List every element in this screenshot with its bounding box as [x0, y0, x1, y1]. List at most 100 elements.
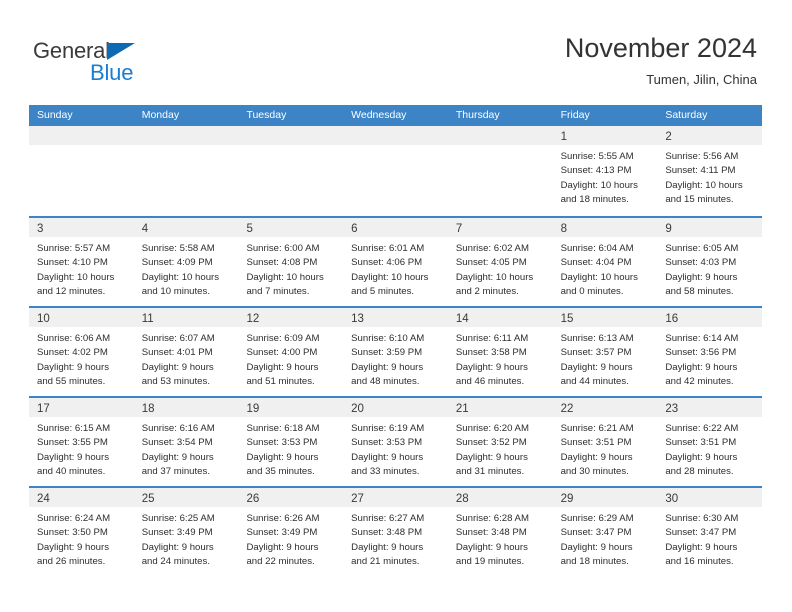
day-cell[interactable]: 6 Sunrise: 6:01 AM Sunset: 4:06 PM Daylight…	[343, 218, 448, 306]
day-details: Sunrise: 6:26 AM Sunset: 3:49 PM Daylight:…	[238, 507, 343, 570]
weekday-header-row: Sunday Monday Tuesday Wednesday Thursday Frid…	[29, 105, 762, 126]
weekday-header-saturday: Saturday	[665, 109, 708, 121]
day-cell[interactable]: 7 Sunrise: 6:02 AM Sunset: 4:05 PM Daylight…	[447, 218, 553, 306]
day-cell[interactable]: 27 Sunrise: 6:27 AM Sunset: 3:48 PM Dayligh…	[343, 488, 448, 576]
day-cell[interactable]: 28 Sunrise: 6:28 AM Sunset: 3:48 PM Dayligh…	[447, 488, 553, 576]
day-number: 25	[141, 493, 155, 505]
day-details	[29, 145, 134, 150]
location-subtitle: Tumen, Jilin, China	[646, 72, 757, 87]
masthead: General Blue November 2024 Tumen, Jilin,…	[0, 0, 792, 104]
day-detail-line: and 7 minutes.	[246, 286, 310, 298]
day-number: 26	[246, 493, 260, 505]
day-details: Sunrise: 6:25 AM Sunset: 3:49 PM Daylight:…	[134, 507, 239, 570]
day-detail-line: Daylight: 9 hours	[246, 541, 319, 553]
day-number: 17	[37, 403, 50, 415]
day-details: Sunrise: 6:22 AM Sunset: 3:51 PM Daylight:…	[657, 417, 762, 480]
day-cell[interactable]: 23 Sunrise: 6:22 AM Sunset: 3:51 PM Dayligh…	[657, 398, 763, 486]
day-detail-line: Daylight: 9 hours	[37, 361, 109, 373]
day-detail-line: Sunrise: 6:24 AM	[37, 513, 111, 524]
day-details: Sunrise: 6:20 AM Sunset: 3:52 PM Daylight:…	[448, 417, 553, 480]
day-detail-line: Sunset: 3:56 PM	[665, 347, 737, 359]
day-details: Sunrise: 6:28 AM Sunset: 3:48 PM Daylight:…	[448, 507, 553, 570]
day-details: Sunrise: 6:14 AM Sunset: 3:56 PM Daylight:…	[657, 327, 762, 390]
day-detail-line: and 16 minutes.	[665, 556, 734, 568]
day-number: 2	[665, 131, 672, 143]
day-cell[interactable]: 17 Sunrise: 6:15 AM Sunset: 3:55 PM Dayligh…	[29, 398, 134, 486]
day-number: 18	[141, 403, 155, 415]
day-number-strip: 5	[238, 218, 344, 237]
week-row: 1 Sunrise: 5:55 AM Sunset: 4:13 PM Daylight…	[29, 126, 763, 216]
day-detail-line: Sunset: 4:01 PM	[141, 347, 213, 359]
day-detail-line: Sunrise: 6:29 AM	[560, 513, 634, 524]
day-details: Sunrise: 6:00 AM Sunset: 4:08 PM Daylight:…	[238, 237, 343, 300]
day-number-strip: 23	[657, 398, 763, 417]
day-detail-line: Sunset: 4:13 PM	[560, 165, 632, 177]
day-cell[interactable]: 15 Sunrise: 6:13 AM Sunset: 3:57 PM Dayligh…	[552, 308, 658, 396]
day-details: Sunrise: 6:06 AM Sunset: 4:02 PM Daylight:…	[29, 327, 134, 390]
day-cell[interactable]: 30 Sunrise: 6:30 AM Sunset: 3:47 PM Dayligh…	[657, 488, 763, 576]
general-blue-logo[interactable]: General Blue	[33, 38, 233, 88]
day-cell[interactable]: 14 Sunrise: 6:11 AM Sunset: 3:58 PM Dayligh…	[447, 308, 553, 396]
day-cell[interactable]: 19 Sunrise: 6:18 AM Sunset: 3:53 PM Dayligh…	[238, 398, 344, 486]
day-number-strip: 29	[552, 488, 658, 507]
day-number-strip: 16	[657, 308, 763, 327]
day-cell[interactable]: 24 Sunrise: 6:24 AM Sunset: 3:50 PM Dayligh…	[29, 488, 134, 576]
day-number-strip: 13	[343, 308, 448, 327]
day-cell[interactable]: 11 Sunrise: 6:07 AM Sunset: 4:01 PM Dayligh…	[133, 308, 239, 396]
day-cell[interactable]: 8 Sunrise: 6:04 AM Sunset: 4:04 PM Daylight…	[552, 218, 658, 306]
day-detail-line: and 28 minutes.	[665, 466, 734, 478]
day-cell[interactable]: 20 Sunrise: 6:19 AM Sunset: 3:53 PM Dayligh…	[343, 398, 448, 486]
day-detail-line: and 26 minutes.	[37, 556, 106, 568]
day-cell[interactable]: 21 Sunrise: 6:20 AM Sunset: 3:52 PM Dayligh…	[447, 398, 553, 486]
day-detail-line: Daylight: 10 hours	[37, 271, 115, 283]
day-number-strip: 21	[447, 398, 553, 417]
day-detail-line: Sunset: 4:09 PM	[141, 257, 213, 269]
day-details	[238, 145, 343, 150]
day-cell[interactable]: 22 Sunrise: 6:21 AM Sunset: 3:51 PM Dayligh…	[552, 398, 658, 486]
day-number: 20	[351, 403, 364, 415]
day-cell[interactable]: 5 Sunrise: 6:00 AM Sunset: 4:08 PM Daylight…	[238, 218, 344, 306]
day-detail-line: Sunset: 3:49 PM	[141, 527, 213, 539]
day-cell-empty	[29, 126, 134, 216]
day-cell[interactable]: 4 Sunrise: 5:58 AM Sunset: 4:09 PM Daylight…	[133, 218, 239, 306]
day-cell[interactable]: 29 Sunrise: 6:29 AM Sunset: 3:47 PM Dayligh…	[552, 488, 658, 576]
day-number: 5	[246, 223, 253, 235]
day-detail-line: Daylight: 9 hours	[560, 451, 633, 463]
day-cell[interactable]: 10 Sunrise: 6:06 AM Sunset: 4:02 PM Dayligh…	[29, 308, 134, 396]
day-details: Sunrise: 5:58 AM Sunset: 4:09 PM Daylight:…	[134, 237, 239, 300]
day-detail-line: Daylight: 9 hours	[37, 451, 109, 463]
day-details: Sunrise: 6:27 AM Sunset: 3:48 PM Daylight:…	[343, 507, 448, 570]
day-detail-line: and 24 minutes.	[141, 556, 210, 568]
day-detail-line: Sunset: 4:03 PM	[665, 257, 737, 269]
day-cell[interactable]: 9 Sunrise: 6:05 AM Sunset: 4:03 PM Daylight…	[657, 218, 763, 306]
day-detail-line: Sunset: 4:08 PM	[246, 257, 318, 269]
day-cell[interactable]: 25 Sunrise: 6:25 AM Sunset: 3:49 PM Dayligh…	[133, 488, 239, 576]
day-cell[interactable]: 3 Sunrise: 5:57 AM Sunset: 4:10 PM Daylight…	[29, 218, 134, 306]
day-details: Sunrise: 6:18 AM Sunset: 3:53 PM Daylight:…	[238, 417, 343, 480]
day-cell[interactable]: 16 Sunrise: 6:14 AM Sunset: 3:56 PM Dayligh…	[657, 308, 763, 396]
day-cell[interactable]: 26 Sunrise: 6:26 AM Sunset: 3:49 PM Dayligh…	[238, 488, 344, 576]
day-cell[interactable]: 13 Sunrise: 6:10 AM Sunset: 3:59 PM Dayligh…	[343, 308, 448, 396]
day-detail-line: Sunset: 3:51 PM	[560, 437, 632, 449]
weekday-header-friday: Friday	[560, 109, 590, 121]
day-number-strip	[343, 126, 448, 145]
day-number-strip: 12	[238, 308, 344, 327]
day-details: Sunrise: 6:01 AM Sunset: 4:06 PM Daylight:…	[343, 237, 448, 300]
day-detail-line: Sunrise: 6:16 AM	[141, 423, 215, 434]
day-detail-line: Sunset: 3:51 PM	[665, 437, 737, 449]
day-detail-line: and 30 minutes.	[560, 466, 629, 478]
day-detail-line: Sunrise: 6:27 AM	[351, 513, 425, 524]
day-cell[interactable]: 18 Sunrise: 6:16 AM Sunset: 3:54 PM Dayligh…	[133, 398, 239, 486]
day-cell[interactable]: 2 Sunrise: 5:56 AM Sunset: 4:11 PM Daylight…	[657, 126, 763, 216]
day-cell[interactable]: 1 Sunrise: 5:55 AM Sunset: 4:13 PM Daylight…	[552, 126, 658, 216]
day-detail-line: Sunrise: 6:06 AM	[37, 333, 111, 344]
day-detail-line: Sunrise: 6:05 AM	[665, 243, 739, 254]
day-detail-line: Daylight: 9 hours	[560, 541, 633, 553]
day-number-strip	[238, 126, 344, 145]
weekday-header-monday: Monday	[141, 109, 180, 121]
day-detail-line: Daylight: 10 hours	[141, 271, 220, 283]
day-number-strip: 19	[238, 398, 344, 417]
day-cell[interactable]: 12 Sunrise: 6:09 AM Sunset: 4:00 PM Dayligh…	[238, 308, 344, 396]
day-number: 7	[455, 223, 463, 235]
day-number-strip: 15	[552, 308, 658, 327]
